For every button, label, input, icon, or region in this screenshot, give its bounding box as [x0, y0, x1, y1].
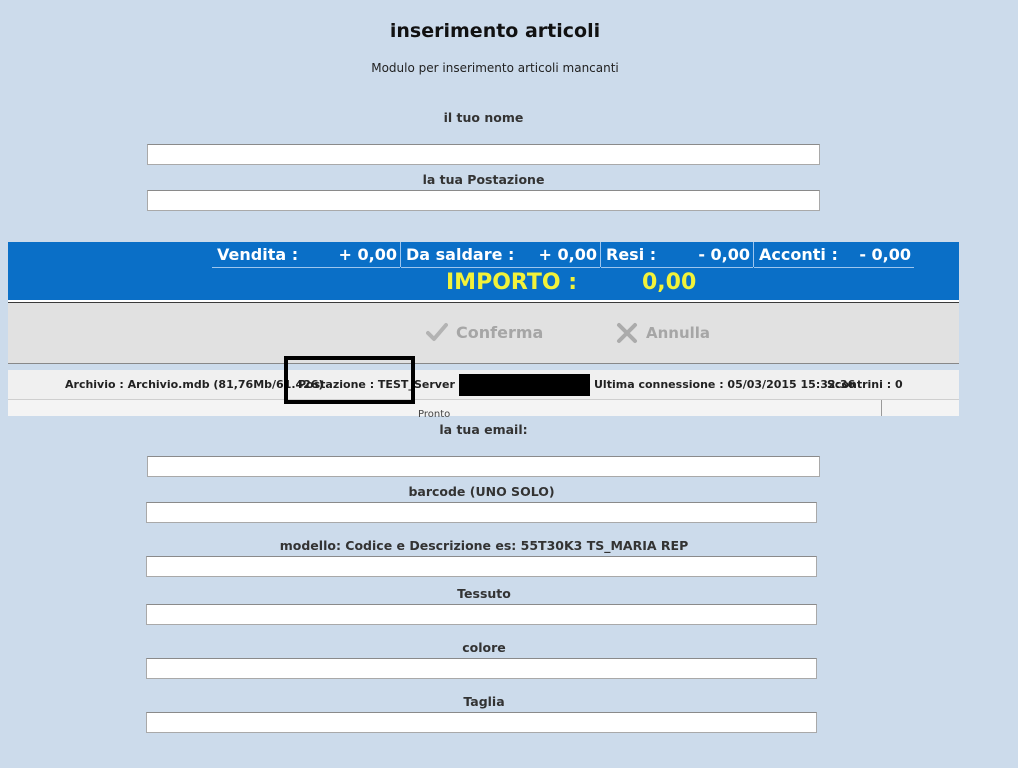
importo-value: 0,00 [642, 270, 697, 295]
modello-input[interactable] [146, 556, 817, 577]
page-title: inserimento articoli [389, 20, 601, 42]
vendita-value: + 0,00 [338, 245, 397, 264]
annulla-button[interactable]: Annulla [616, 322, 710, 344]
pos-screenshot: Vendita : + 0,00 Da saldare : + 0,00 Res… [8, 242, 959, 420]
postazione-input[interactable] [147, 190, 820, 211]
page-subtitle: Modulo per inserimento articoli mancanti [371, 61, 619, 75]
pos-footer: Pronto [8, 399, 959, 420]
footer-status-text: Pronto [418, 409, 451, 420]
scontrini-status: Scontrini : 0 [827, 378, 903, 391]
nome-label: il tuo nome [443, 110, 524, 125]
email-label: la tua email: [147, 422, 820, 437]
colore-input[interactable] [146, 658, 817, 679]
vendita-label: Vendita : [217, 245, 299, 264]
modello-label: modello: Codice e Descrizione es: 55T30K… [279, 538, 689, 553]
resi-cell: Resi : - 0,00 [601, 242, 753, 268]
da-saldare-value: + 0,00 [538, 245, 597, 264]
resi-value: - 0,00 [698, 245, 750, 264]
close-icon [617, 323, 637, 343]
da-saldare-cell: Da saldare : + 0,00 [401, 242, 600, 268]
barcode-label: barcode (UNO SOLO) [408, 484, 555, 499]
annulla-label: Annulla [646, 324, 711, 342]
redacted-box [459, 374, 590, 396]
da-saldare-label: Da saldare : [406, 245, 515, 264]
colore-label: colore [462, 640, 506, 655]
conferma-button[interactable]: Conferma [426, 322, 543, 342]
ultima-connessione-status: Ultima connessione : 05/03/2015 15:32:36 [594, 378, 856, 391]
acconti-value: - 0,00 [859, 245, 911, 264]
divider [881, 400, 882, 416]
totals-bar: Vendita : + 0,00 Da saldare : + 0,00 Res… [8, 242, 959, 300]
tessuto-label: Tessuto [457, 586, 511, 601]
resi-label: Resi : [606, 245, 657, 264]
acconti-label: Acconti : [759, 245, 838, 264]
postazione-label: la tua Postazione [422, 172, 545, 187]
nome-input[interactable] [147, 144, 820, 165]
divider [8, 363, 959, 364]
check-icon [426, 323, 448, 341]
tessuto-input[interactable] [146, 604, 817, 625]
action-bar: Conferma Annulla [8, 303, 959, 363]
vendita-cell: Vendita : + 0,00 [212, 242, 400, 268]
server-status: Server : [414, 378, 464, 391]
taglia-label: Taglia [463, 694, 505, 709]
taglia-input[interactable] [146, 712, 817, 733]
importo-label: IMPORTO : [446, 270, 578, 295]
barcode-input[interactable] [146, 502, 817, 523]
email-input[interactable] [147, 456, 820, 477]
highlight-box [284, 356, 415, 404]
conferma-label: Conferma [456, 322, 544, 342]
acconti-cell: Acconti : - 0,00 [754, 242, 914, 268]
